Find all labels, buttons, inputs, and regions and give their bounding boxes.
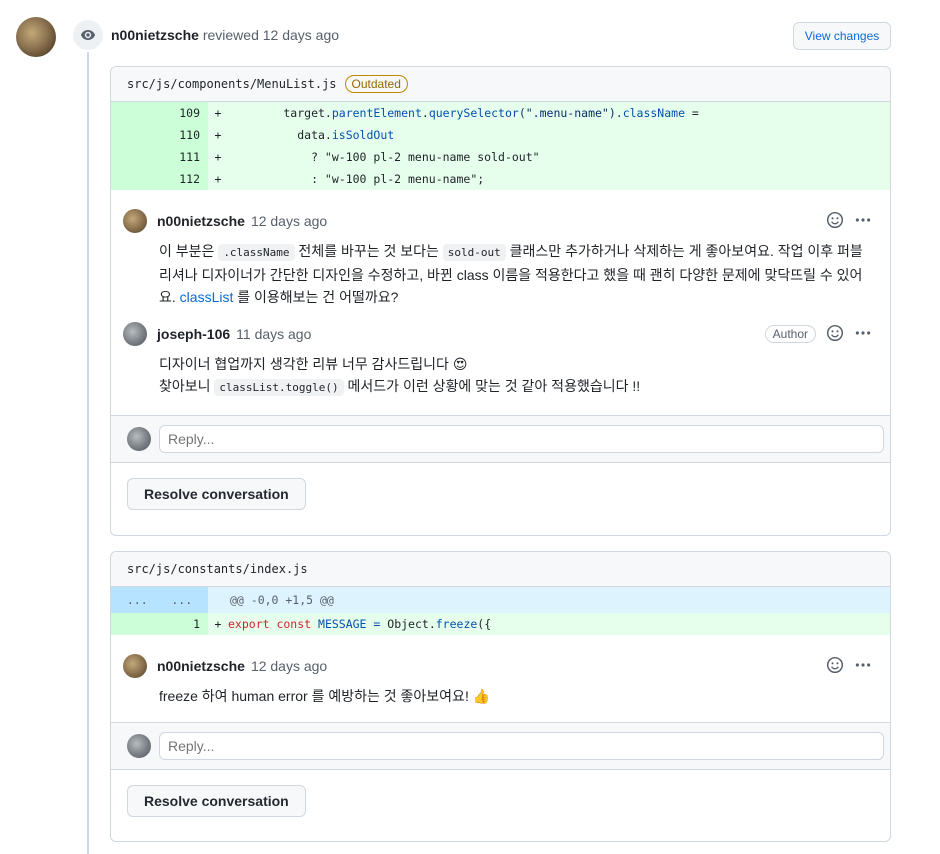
code-line: ? "w-100 pl-2 menu-name sold-out" [228, 150, 540, 164]
inline-code: sold-out [442, 244, 506, 261]
code-line: data.isSoldOut [228, 128, 395, 142]
review-thread: src/js/components/MenuList.js Outdated 1… [110, 66, 891, 536]
diff-line: 111 + ? "w-100 pl-2 menu-name sold-out" [111, 146, 890, 168]
outdated-badge: Outdated [344, 75, 408, 93]
review-action: reviewed [202, 27, 259, 43]
comment-body: 이 부분은 .className 전체를 바꾸는 것 보다는 sold-out … [159, 243, 863, 305]
comment-author[interactable]: joseph-106 [157, 326, 230, 342]
review-thread: src/js/constants/index.js ...... @@ -0,0… [110, 551, 891, 842]
timeline-line [87, 52, 89, 854]
comment-time[interactable]: 12 days ago [251, 213, 327, 229]
file-header: src/js/constants/index.js [111, 552, 890, 587]
diff-hunk-header: ...... @@ -0,0 +1,5 @@ [111, 587, 890, 613]
comment-body: freeze 하여 human error 를 예방하는 것 좋아보여요! 👍 [159, 688, 491, 704]
line-number[interactable]: 111 [111, 146, 208, 168]
reply-bar [111, 722, 890, 770]
comment-line: 찾아보니 classList.toggle() 메서드가 이런 상황에 맞는 것… [159, 378, 641, 396]
expand-hunk[interactable]: ...... [111, 587, 208, 613]
inline-code: .className [218, 244, 295, 261]
line-number[interactable]: 110 [111, 124, 208, 146]
add-reaction-icon[interactable] [826, 211, 844, 232]
comment-time[interactable]: 11 days ago [236, 326, 311, 342]
comment-avatar[interactable] [123, 654, 147, 678]
reviewer-avatar[interactable] [16, 17, 56, 57]
author-badge: Author [764, 325, 816, 343]
code-line: : "w-100 pl-2 menu-name"; [228, 172, 485, 186]
resolve-conversation-button[interactable]: Resolve conversation [127, 478, 306, 510]
line-number[interactable]: 1 [111, 613, 208, 635]
resolve-conversation-button[interactable]: Resolve conversation [127, 785, 306, 817]
review-comment: n00nietzsche 12 days ago 이 부분은 .classNam… [111, 209, 890, 312]
kebab-menu-icon[interactable] [854, 656, 872, 677]
comment-author[interactable]: n00nietzsche [157, 658, 245, 674]
code-line: target.parentElement.querySelector(".men… [228, 106, 699, 120]
inline-code: classList.toggle() [214, 379, 344, 396]
diff-line: 109 + target.parentElement.querySelector… [111, 102, 890, 124]
line-number[interactable]: 109 [111, 102, 208, 124]
kebab-menu-icon[interactable] [854, 324, 872, 345]
reply-input[interactable] [159, 732, 884, 760]
review-comment: joseph-106 11 days ago Author 디자이너 협업까지 … [111, 322, 890, 415]
add-reaction-icon[interactable] [826, 324, 844, 345]
file-path[interactable]: src/js/constants/index.js [127, 562, 308, 576]
diff-line: 110 + data.isSoldOut [111, 124, 890, 146]
review-header: n00nietzsche reviewed 12 days ago [111, 27, 339, 43]
comment-avatar[interactable] [123, 322, 147, 346]
view-changes-button[interactable]: View changes [793, 22, 891, 50]
current-user-avatar [127, 734, 151, 758]
comment-avatar[interactable] [123, 209, 147, 233]
line-number[interactable]: 112 [111, 168, 208, 190]
classlist-link[interactable]: classList [180, 289, 234, 305]
review-comment: n00nietzsche 12 days ago freeze 하여 human… [111, 654, 890, 722]
diff-line: 112 + : "w-100 pl-2 menu-name"; [111, 168, 890, 190]
current-user-avatar [127, 427, 151, 451]
file-path[interactable]: src/js/components/MenuList.js [127, 77, 337, 91]
add-reaction-icon[interactable] [826, 656, 844, 677]
file-header: src/js/components/MenuList.js Outdated [111, 67, 890, 102]
code-line: export const MESSAGE = Object.freeze({ [228, 617, 492, 631]
comment-body: 디자이너 협업까지 생각한 리뷰 너무 감사드립니다 😍 찾아보니 classL… [123, 353, 874, 399]
reviewer-name[interactable]: n00nietzsche [111, 27, 199, 43]
comment-line: 디자이너 협업까지 생각한 리뷰 너무 감사드립니다 😍 [159, 356, 468, 372]
review-time[interactable]: 12 days ago [263, 27, 339, 43]
reply-input[interactable] [159, 425, 884, 453]
reply-bar [111, 415, 890, 463]
eye-icon [73, 20, 103, 50]
diff-line: 1 + export const MESSAGE = Object.freeze… [111, 613, 890, 635]
comment-time[interactable]: 12 days ago [251, 658, 327, 674]
hunk-header: @@ -0,0 +1,5 @@ [230, 593, 334, 607]
kebab-menu-icon[interactable] [854, 211, 872, 232]
comment-author[interactable]: n00nietzsche [157, 213, 245, 229]
